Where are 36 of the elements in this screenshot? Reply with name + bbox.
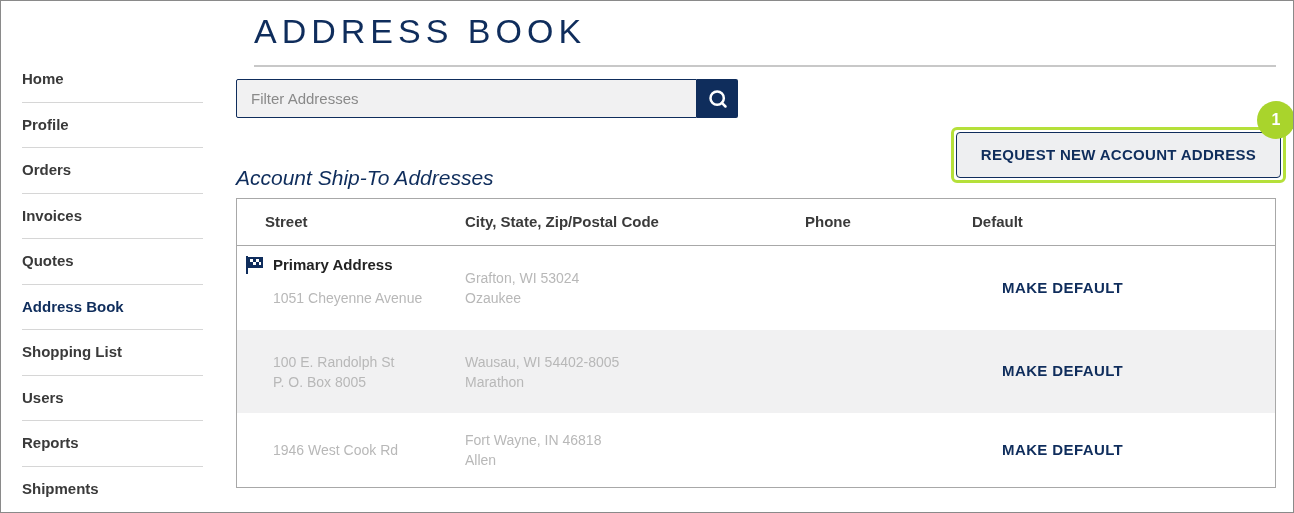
callout-badge: 1 [1257,101,1293,139]
sidebar-item[interactable]: Reports [22,432,79,455]
checkered-flag-icon [245,256,265,274]
street-text: P. O. Box 8005 [273,372,368,392]
sidebar-item[interactable]: Quotes [22,250,74,273]
search-icon [707,88,728,109]
filter-field[interactable]: Filter Addresses [236,79,697,118]
column-header: Phone [805,212,851,230]
make-default-link[interactable]: MAKE DEFAULT [1002,440,1124,458]
city-text: Ozaukee [465,289,523,308]
make-default-link[interactable]: MAKE DEFAULT [1002,278,1124,296]
street-text: 1051 Cheyenne Avenue [273,289,424,309]
sidebar-item[interactable]: Profile [22,113,69,136]
column-header: Default [972,212,1023,230]
column-header: City, State, Zip/Postal Code [465,212,659,230]
search-button[interactable] [697,79,738,118]
make-default-link[interactable]: MAKE DEFAULT [1002,362,1124,380]
sidebar-item[interactable]: Users [22,386,64,409]
city-text: Allen [465,451,498,470]
city-text: Marathon [465,372,526,392]
sidebar-item[interactable]: Home [22,68,64,91]
city-text: Grafton, WI 53024 [465,269,581,288]
street-text: 1946 West Cook Rd [273,441,400,460]
page-title: ADDRESS BOOK [254,11,588,51]
city-text: Wausau, WI 54402-8005 [465,352,621,372]
section-title: Account Ship-To Addresses [236,164,494,191]
street-text: 100 E. Randolph St [273,352,396,372]
request-address-button[interactable]: REQUEST NEW ACCOUNT ADDRESS [956,132,1281,178]
sidebar-item[interactable]: Address Book [22,295,124,318]
sidebar-item[interactable]: Orders [22,159,72,182]
sidebar-item[interactable]: Invoices [22,204,83,227]
city-text: Fort Wayne, IN 46818 [465,431,603,450]
sidebar-item[interactable]: Shipments [22,478,99,501]
column-header: Street [265,212,308,230]
sidebar-item[interactable]: Shopping List [22,341,122,364]
primary-address-label: Primary Address [273,254,393,275]
